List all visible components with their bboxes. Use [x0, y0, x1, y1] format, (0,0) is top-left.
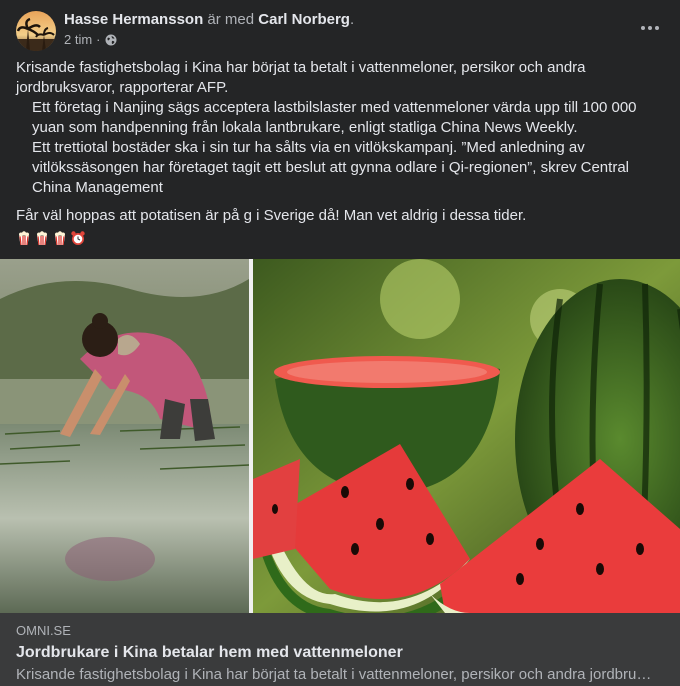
link-description: Krisande fastighetsbolag i Kina har börj… — [16, 666, 656, 683]
emoji-row — [16, 230, 662, 246]
post-header: Hasse Hermansson är med Carl Norberg. 2 … — [0, 0, 680, 58]
post-meta: 2 tim · — [64, 32, 117, 48]
link-preview-card[interactable]: OMNI.SE Jordbrukare i Kina betalar hem m… — [0, 613, 680, 686]
link-title[interactable]: Jordbrukare i Kina betalar hem med vatte… — [16, 643, 403, 663]
link-domain: OMNI.SE — [16, 623, 71, 638]
tagged-name[interactable]: Carl Norberg — [258, 11, 350, 28]
globe-icon[interactable] — [105, 34, 117, 46]
post-time[interactable]: 2 tim — [64, 32, 92, 48]
popcorn-icon — [52, 230, 68, 246]
avatar[interactable] — [16, 11, 56, 51]
popcorn-icon — [34, 230, 50, 246]
post-text: Krisande fastighetsbolag i Kina har börj… — [16, 58, 662, 246]
post-paragraph: Krisande fastighetsbolag i Kina har börj… — [16, 59, 586, 96]
tagged-suffix: . — [349, 11, 355, 28]
more-horizontal-icon — [641, 26, 659, 30]
post-paragraph: Ett trettiotal bostäder ska i sin tur ha… — [32, 139, 629, 196]
with-connector: är med — [207, 11, 255, 28]
popcorn-icon — [16, 230, 32, 246]
post-paragraph: Ett företag i Nanjing sägs acceptera las… — [32, 99, 637, 136]
link-preview-image[interactable] — [0, 259, 680, 613]
post-paragraph: Får väl hoppas att potatisen är på g i S… — [16, 207, 527, 224]
author-line: Hasse Hermansson är med Carl Norberg. — [64, 11, 354, 29]
author-name[interactable]: Hasse Hermansson — [64, 11, 203, 28]
more-options-button[interactable] — [636, 14, 664, 42]
meta-separator: · — [96, 32, 101, 47]
facebook-post: Hasse Hermansson är med Carl Norberg. 2 … — [0, 0, 680, 686]
alarm-clock-icon — [70, 230, 86, 246]
